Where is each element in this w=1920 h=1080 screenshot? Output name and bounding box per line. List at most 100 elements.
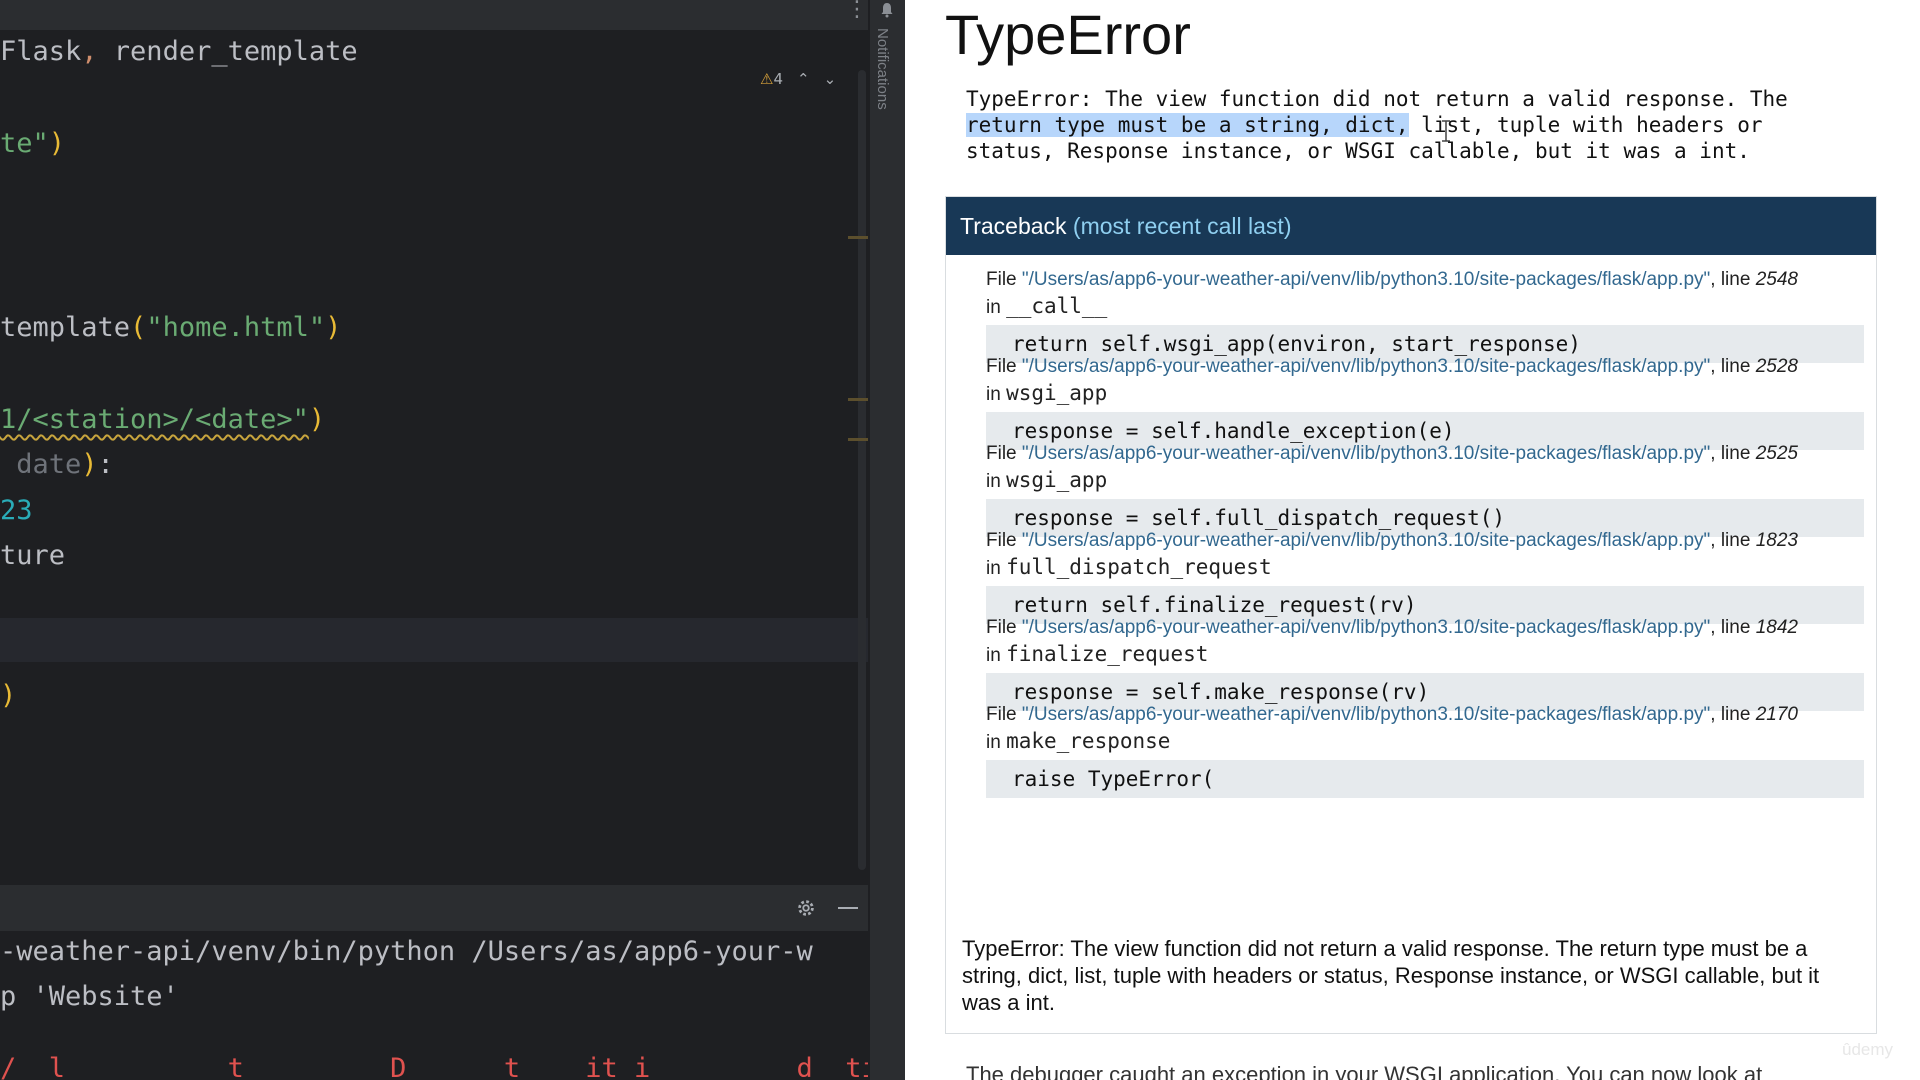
in-label: in (986, 558, 1007, 579)
traceback-frame: File "/Users/as/app6-your-weather-api/ve… (986, 441, 1866, 537)
code-line-closing-paren[interactable]: ) (0, 676, 16, 716)
code-editor[interactable]: ⚠4 ⌃ ⌄ Flask, render_template te") templ… (0, 30, 868, 885)
code-token: "home.html" (146, 312, 326, 343)
code-token: date (0, 449, 82, 480)
line-label: , line (1710, 530, 1756, 551)
line-number: 1842 (1755, 617, 1798, 638)
warning-count[interactable]: ⚠4 (760, 70, 783, 88)
editor-tab-bar: ⋮ (0, 0, 868, 30)
code-line-route-api[interactable]: 1/<station>/<date>") (0, 400, 325, 440)
warning-icon: ⚠ (760, 70, 774, 88)
code-line-return-template[interactable]: template("home.html") (0, 308, 341, 348)
run-console[interactable]: -weather-api/venv/bin/python /Users/as/a… (0, 931, 868, 1080)
code-line-imports[interactable]: Flask, render_template (0, 32, 358, 72)
code-line-temperature-value[interactable]: 23 (0, 491, 33, 531)
traceback-header[interactable]: Traceback (most recent call last) (946, 197, 1876, 255)
bell-icon[interactable] (879, 2, 895, 18)
in-label: in (986, 732, 1007, 753)
code-token: ) (325, 312, 342, 343)
notifications-strip (870, 0, 905, 1080)
chevron-down-icon[interactable]: ⌄ (824, 70, 837, 88)
browser-pane: TypeError TypeError: The view function d… (905, 0, 1920, 1080)
scroll-marker[interactable] (848, 236, 868, 239)
in-label: in (986, 645, 1007, 666)
line-number: 2525 (1755, 443, 1798, 464)
code-token: Flask (0, 36, 82, 67)
selected-text: return type must be a string, dict, (966, 113, 1409, 137)
code-token: 23 (0, 495, 33, 526)
page-title: TypeError (945, 3, 1191, 66)
function-name: wsgi_app (1006, 381, 1108, 405)
chevron-up-icon[interactable]: ⌃ (797, 70, 810, 88)
file-path-link[interactable]: "/Users/as/app6-your-weather-api/venv/li… (1022, 704, 1710, 725)
file-path-link[interactable]: "/Users/as/app6-your-weather-api/venv/li… (1022, 356, 1710, 377)
code-token: 1/<station>/<date>" (0, 404, 309, 435)
run-line-command: -weather-api/venv/bin/python /Users/as/a… (0, 936, 813, 967)
code-token: ) (308, 404, 326, 435)
more-options-icon[interactable]: ⋮ (846, 0, 868, 21)
code-token: : (97, 449, 114, 480)
inspection-widget[interactable]: ⚠4 ⌃ ⌄ (760, 70, 836, 88)
function-name: full_dispatch_request (1006, 555, 1272, 579)
in-label: in (986, 297, 1007, 318)
code-token: te" (0, 128, 49, 159)
error-message: TypeError: The view function did not ret… (966, 87, 1788, 163)
traceback-frame: File "/Users/as/app6-your-weather-api/ve… (986, 354, 1866, 450)
code-token: , (81, 36, 114, 67)
frame-info: File "/Users/as/app6-your-weather-api/ve… (986, 528, 1866, 582)
line-number: 2170 (1755, 704, 1798, 725)
line-number: 1823 (1755, 530, 1798, 551)
traceback-frame: File "/Users/as/app6-your-weather-api/ve… (986, 528, 1866, 624)
file-label: File (986, 443, 1022, 464)
frame-info: File "/Users/as/app6-your-weather-api/ve… (986, 615, 1866, 669)
code-token: ture (0, 540, 66, 571)
line-label: , line (1710, 704, 1756, 725)
editor-scrollbar[interactable] (858, 70, 866, 870)
code-token: ( (130, 312, 147, 343)
text-cursor-icon (1442, 120, 1450, 142)
file-path-link[interactable]: "/Users/as/app6-your-weather-api/venv/li… (1022, 443, 1710, 464)
line-number: 2528 (1755, 356, 1798, 377)
line-label: , line (1710, 443, 1756, 464)
code-line-route-home[interactable]: te") (0, 124, 65, 164)
run-line-serving: p 'Website' (0, 981, 179, 1012)
function-name: finalize_request (1006, 642, 1209, 666)
function-name: wsgi_app (1006, 468, 1108, 492)
traceback-frame: File "/Users/as/app6-your-weather-api/ve… (986, 267, 1866, 363)
file-label: File (986, 269, 1022, 290)
source-line[interactable]: raise TypeError( (986, 760, 1864, 798)
code-line-temperature-var[interactable]: ture (0, 536, 65, 576)
gear-icon[interactable] (795, 897, 817, 919)
line-label: , line (1710, 269, 1756, 290)
scroll-marker[interactable] (848, 398, 868, 401)
scroll-marker[interactable] (848, 438, 868, 441)
traceback-frame: File "/Users/as/app6-your-weather-api/ve… (986, 615, 1866, 711)
line-label: , line (1710, 617, 1756, 638)
function-name: make_response (1006, 729, 1171, 753)
frame-info: File "/Users/as/app6-your-weather-api/ve… (986, 267, 1866, 321)
code-line-def-about[interactable]: date): (0, 445, 114, 485)
file-label: File (986, 530, 1022, 551)
code-token: ) (0, 680, 17, 711)
minimize-icon[interactable] (838, 907, 858, 909)
run-line-warning: / l t D t it i d ti (0, 1053, 868, 1080)
frame-info: File "/Users/as/app6-your-weather-api/ve… (986, 702, 1866, 756)
frame-info: File "/Users/as/app6-your-weather-api/ve… (986, 354, 1866, 408)
file-path-link[interactable]: "/Users/as/app6-your-weather-api/venv/li… (1022, 269, 1710, 290)
code-token: ) (48, 128, 66, 159)
plain-error-message: TypeError: The view function did not ret… (962, 936, 1820, 1015)
traceback-panel: Traceback (most recent call last) File "… (945, 196, 1877, 1034)
run-panel-header (0, 885, 868, 931)
line-number: 2548 (1755, 269, 1798, 290)
traceback-frame: File "/Users/as/app6-your-weather-api/ve… (986, 702, 1866, 798)
in-label: in (986, 471, 1007, 492)
notifications-tab[interactable]: Notifications (874, 28, 891, 110)
file-label: File (986, 356, 1022, 377)
function-name: __call__ (1006, 294, 1108, 318)
file-path-link[interactable]: "/Users/as/app6-your-weather-api/venv/li… (1022, 530, 1710, 551)
current-line-highlight (0, 618, 868, 662)
in-label: in (986, 384, 1007, 405)
ide-pane: ⋮ ⚠4 ⌃ ⌄ Flask, render_template te") tem… (0, 0, 905, 1080)
udemy-watermark: ûdemy (1842, 1040, 1894, 1059)
file-path-link[interactable]: "/Users/as/app6-your-weather-api/venv/li… (1022, 617, 1710, 638)
